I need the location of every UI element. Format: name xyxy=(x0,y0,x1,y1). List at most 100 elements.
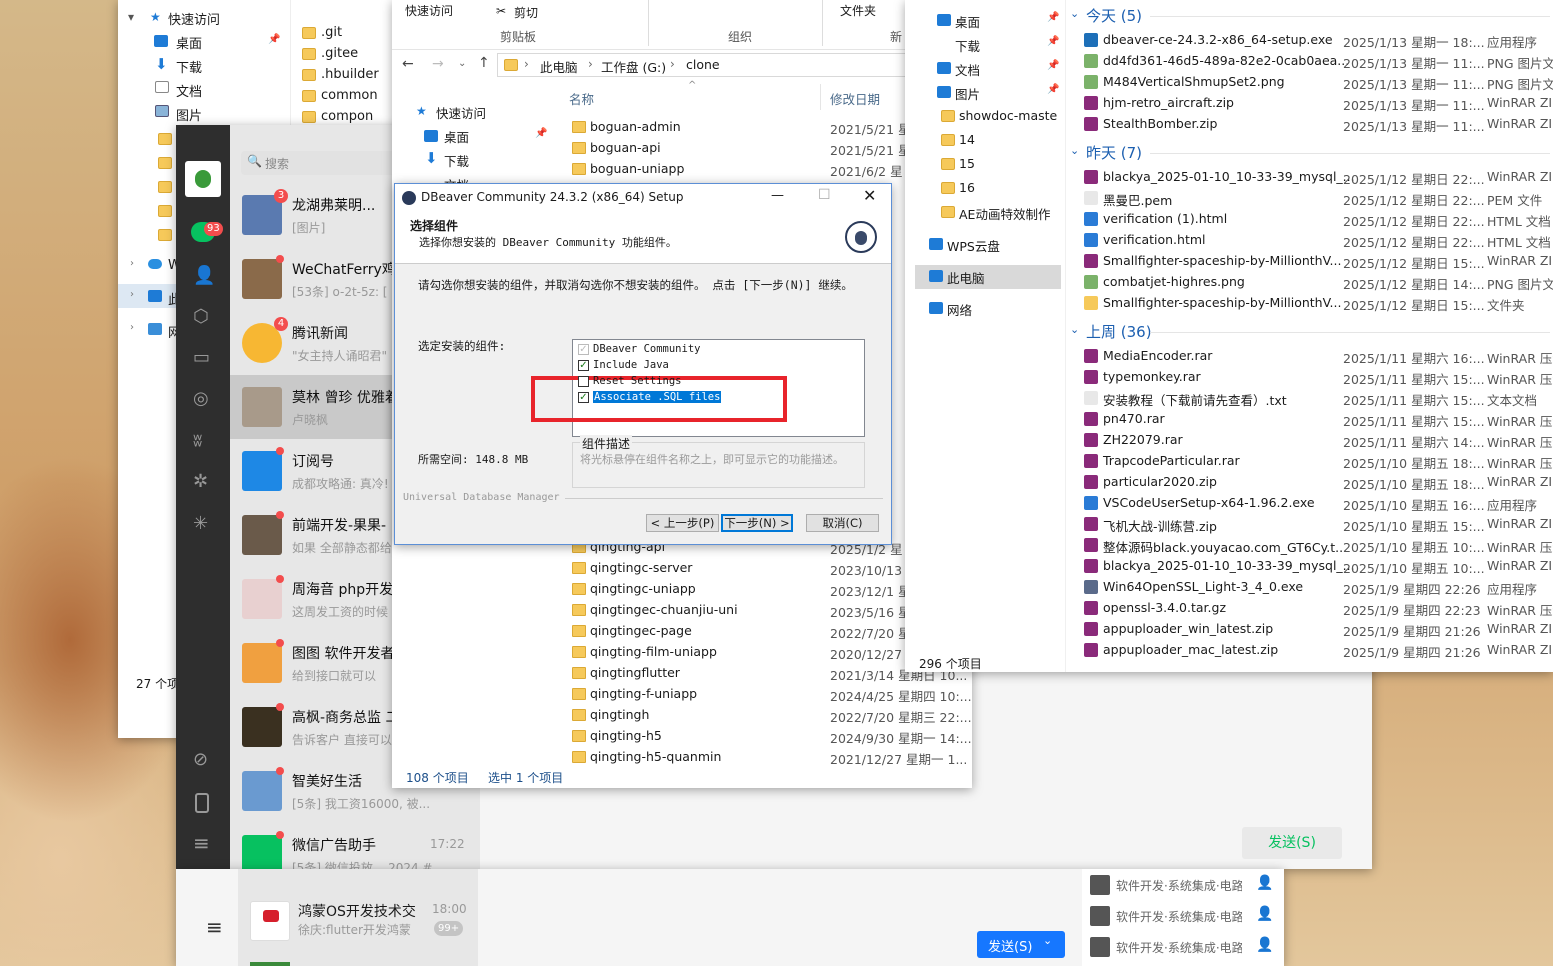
breadcrumb-drive[interactable]: 工作盘 (G:) xyxy=(601,57,666,76)
back-button[interactable]: < 上一步(P) xyxy=(646,514,719,532)
group-header[interactable]: 上周 (36) xyxy=(1086,321,1152,342)
file-row[interactable]: 安装教程（下载前请先查看）.txt 2025/1/11 星期六 15:... 文本文… xyxy=(1080,388,1553,409)
channels-icon[interactable]: ʬ xyxy=(193,430,202,451)
phone-icon[interactable] xyxy=(195,793,209,813)
link-icon[interactable]: ⊘ xyxy=(193,749,208,770)
component-label[interactable]: Include Java xyxy=(593,359,669,371)
file-row[interactable]: Smallfighter-spaceship-by-MillionthV... 2… xyxy=(1080,251,1553,272)
file-row[interactable]: 飞机大战-训练营.zip 2025/1/10 星期五 15:... WinRAR Z… xyxy=(1080,514,1553,535)
chat-name[interactable]: 鸿蒙OS开发技术交 xyxy=(298,901,416,921)
nav-item[interactable]: 文档 xyxy=(955,60,980,79)
menu-icon[interactable]: ≡ xyxy=(193,831,210,855)
file-row[interactable]: qingtingec-chuanjiu-uni 2023/5/16 星 xyxy=(568,600,911,621)
file-hbuilder[interactable]: .hbuilder xyxy=(321,67,379,82)
column-name[interactable]: 名称 xyxy=(569,89,594,108)
send-button[interactable]: 发送(S) xyxy=(1242,827,1342,859)
breadcrumb-clone[interactable]: clone xyxy=(686,57,720,72)
column-date[interactable]: 修改日期 xyxy=(830,89,880,108)
collapse-chevron-icon[interactable]: ⌄ xyxy=(1070,7,1079,20)
file-row[interactable]: M484VerticalShmupSet2.png 2025/1/13 星期一 1… xyxy=(1080,72,1553,93)
collapse-arrow-icon[interactable]: ▾ xyxy=(128,10,134,24)
collapse-chevron-icon[interactable]: ⌄ xyxy=(1070,144,1079,157)
component-label[interactable]: Associate .SQL files xyxy=(591,390,723,404)
nav-item[interactable]: 16 xyxy=(959,180,975,195)
up-arrow-icon[interactable]: ↑ xyxy=(478,55,490,71)
file-row[interactable]: ZH22079.rar 2025/1/11 星期六 14:...WinRAR 压缩 xyxy=(1080,430,1553,451)
ribbon-cut[interactable]: 剪切 xyxy=(514,4,538,21)
member-name[interactable]: 软件开发·系统集成·电路 xyxy=(1116,939,1242,956)
ribbon-quick-access[interactable]: 快速访问 xyxy=(405,2,453,19)
back-arrow-icon[interactable]: ← xyxy=(402,56,414,72)
file-row[interactable]: appuploader_win_latest.zip 2025/1/9 星期四 2… xyxy=(1080,619,1553,640)
expand-arrow-icon[interactable]: › xyxy=(130,258,134,269)
input-area[interactable] xyxy=(480,775,1372,869)
file-row[interactable]: VSCodeUserSetup-x64-1.96.2.exe 2025/1/10 … xyxy=(1080,493,1553,514)
file-row[interactable]: qingting-h5-quanmin2021/12/27 星期一 1...文件… xyxy=(568,747,967,768)
nav-item[interactable]: showdoc-maste xyxy=(959,108,1057,123)
folder-icon[interactable]: ▭ xyxy=(193,347,210,368)
file-row[interactable]: MediaEncoder.rar 2025/1/11 星期六 16:... WinR… xyxy=(1080,346,1553,367)
file-row[interactable]: qingtingh2022/7/20 星期三 22:...文件夹 xyxy=(568,705,972,726)
file-row[interactable]: qingtingc-server 2023/10/13 星 xyxy=(568,558,919,579)
file-row[interactable]: qingting-film-uniapp 2020/12/27 星 xyxy=(568,642,919,663)
file-row[interactable]: hjm-retro_aircraft.zip 2025/1/13 星期一 11:.… xyxy=(1080,93,1553,114)
file-row[interactable]: appuploader_mac_latest.zip 2025/1/9 星期四 2… xyxy=(1080,640,1553,661)
minimize-button[interactable]: — xyxy=(771,188,784,203)
file-row[interactable]: qingtingec-page 2022/7/20 星 xyxy=(568,621,911,642)
file-row[interactable]: dbeaver-ce-24.3.2-x86_64-setup.exe 2025/1… xyxy=(1080,30,1553,51)
file-row[interactable]: qingtingc-uniapp 2023/12/1 星 xyxy=(568,579,911,600)
file-common[interactable]: common xyxy=(321,88,378,103)
expand-arrow-icon[interactable]: › xyxy=(130,322,134,333)
miniprogram-icon[interactable]: ✲ xyxy=(193,471,208,492)
huawei-avatar[interactable] xyxy=(250,901,290,941)
file-row[interactable]: boguan-api 2021/5/21 星 xyxy=(568,138,911,159)
collapse-chevron-icon[interactable]: ⌄ xyxy=(1070,323,1079,336)
file-row[interactable]: Smallfighter-spaceship-by-MillionthV... 2… xyxy=(1080,293,1553,314)
file-row[interactable]: openssl-3.4.0.tar.gz 2025/1/9 星期四 22:23 Wi… xyxy=(1080,598,1553,619)
file-row[interactable]: blackya_2025-01-10_10-33-39_mysql_... 202… xyxy=(1080,556,1553,577)
member-name[interactable]: 软件开发·系统集成·电路 xyxy=(1116,908,1242,925)
chevron-down-icon[interactable]: ⌄ xyxy=(1043,934,1052,947)
nav-desktop[interactable]: 桌面 xyxy=(444,127,469,146)
expand-arrow-icon[interactable]: › xyxy=(130,289,134,300)
file-row[interactable]: qingtingflutter2021/3/14 星期日 10...文件夹 xyxy=(568,663,967,684)
file-compon[interactable]: compon xyxy=(321,109,373,124)
nav-item[interactable]: 图片 xyxy=(955,84,980,103)
file-row[interactable]: particular2020.zip 2025/1/10 星期五 18:... Wi… xyxy=(1080,472,1553,493)
address-bar[interactable]: › 此电脑 › 工作盘 (G:) › clone xyxy=(497,53,972,77)
file-row[interactable]: combatjet-highres.png 2025/1/12 星期日 14:..… xyxy=(1080,272,1553,293)
file-row[interactable]: typemonkey.rar 2025/1/11 星期六 15:... WinRAR… xyxy=(1080,367,1553,388)
file-row[interactable]: TrapcodeParticular.rar 2025/1/10 星期五 18:.… xyxy=(1080,451,1553,472)
nav-item[interactable]: 桌面 xyxy=(955,12,980,31)
search-feature-icon[interactable]: ✳ xyxy=(193,513,208,534)
nav-item[interactable]: 15 xyxy=(959,156,975,171)
component-label[interactable]: DBeaver Community xyxy=(593,343,700,355)
file-git[interactable]: .git xyxy=(321,25,342,40)
forward-arrow-icon[interactable]: → xyxy=(432,56,444,72)
box-icon[interactable]: ⬡ xyxy=(193,306,209,327)
component-checkbox[interactable]: ✓ xyxy=(578,344,589,355)
file-gitee[interactable]: .gitee xyxy=(321,46,358,61)
maximize-button[interactable]: ☐ xyxy=(818,187,831,203)
nav-item[interactable]: 下载 xyxy=(955,36,980,55)
group-header[interactable]: 昨天 (7) xyxy=(1086,142,1142,163)
recent-chevron-icon[interactable]: ⌄ xyxy=(458,58,466,69)
nav-quick-access[interactable]: 快速访问 xyxy=(168,9,220,28)
file-row[interactable]: verification (1).html 2025/1/12 星期日 22:..… xyxy=(1080,209,1553,230)
file-row[interactable]: blackya_2025-01-10_10-33-39_mysql_... 202… xyxy=(1080,167,1553,188)
member-name[interactable]: 软件开发·系统集成·电路 xyxy=(1116,877,1242,894)
nav-item[interactable]: WPS云盘 xyxy=(947,236,1000,255)
chat-item[interactable]: 微信广告助手 [5条] 微信投放... 2024 #... 17:22 xyxy=(230,823,480,869)
file-row[interactable]: qingting-h52024/9/30 星期一 14:...文件夹 xyxy=(568,726,972,747)
nav-item[interactable]: 此电脑 xyxy=(947,268,985,287)
nav-download[interactable]: 下载 xyxy=(444,151,469,170)
contacts-icon[interactable]: 👤 xyxy=(193,265,215,286)
nav-download[interactable]: 下载 xyxy=(176,57,202,76)
cancel-button[interactable]: 取消(C) xyxy=(806,514,879,532)
close-button[interactable]: ✕ xyxy=(863,186,876,205)
component-checkbox[interactable]: ✓ xyxy=(578,360,589,371)
file-row[interactable]: StealthBomber.zip 2025/1/13 星期一 11:... Win… xyxy=(1080,114,1553,135)
component-checkbox[interactable] xyxy=(578,376,589,387)
component-label[interactable]: Reset Settings xyxy=(593,375,682,387)
file-row[interactable]: dd4fd361-46d5-489a-82e2-0cab0aea... 2025/… xyxy=(1080,51,1553,72)
